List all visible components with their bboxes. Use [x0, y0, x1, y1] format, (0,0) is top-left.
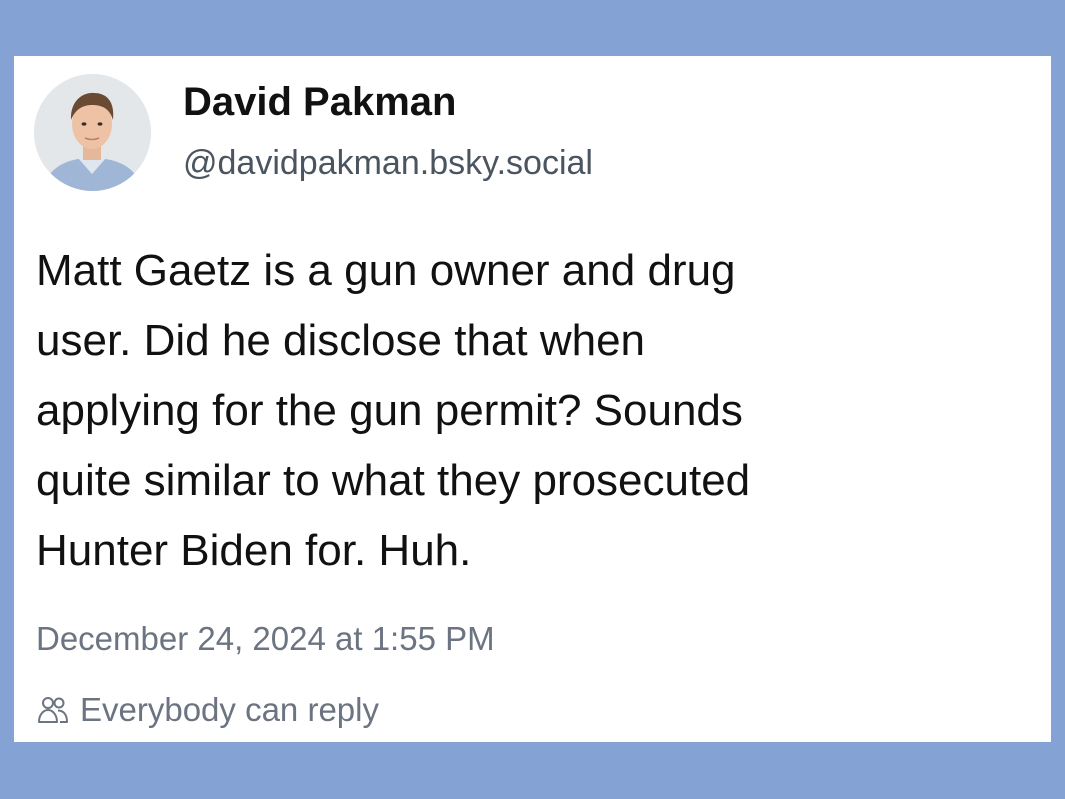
author-handle[interactable]: @davidpakman.bsky.social: [183, 144, 593, 183]
author-display-name[interactable]: David Pakman: [183, 80, 456, 125]
post-text-line: Hunter Biden for. Huh.: [36, 526, 472, 575]
post-text-line: quite similar to what they prosecuted: [36, 456, 751, 505]
avatar-photo-icon: [34, 74, 151, 191]
post-timestamp[interactable]: December 24, 2024 at 1:55 PM: [36, 620, 495, 658]
post-card: David Pakman @davidpakman.bsky.social Ma…: [14, 56, 1051, 742]
post-text-line: user. Did he disclose that when: [36, 316, 646, 365]
author-avatar[interactable]: [34, 74, 151, 191]
post-body: Matt Gaetz is a gun owner and drug user.…: [36, 236, 1036, 586]
people-icon: [36, 693, 70, 727]
post-text-line: applying for the gun permit? Sounds: [36, 386, 743, 435]
post-text-line: Matt Gaetz is a gun owner and drug: [36, 246, 736, 295]
reply-setting: Everybody can reply: [36, 690, 379, 730]
reply-setting-label: Everybody can reply: [80, 691, 379, 728]
